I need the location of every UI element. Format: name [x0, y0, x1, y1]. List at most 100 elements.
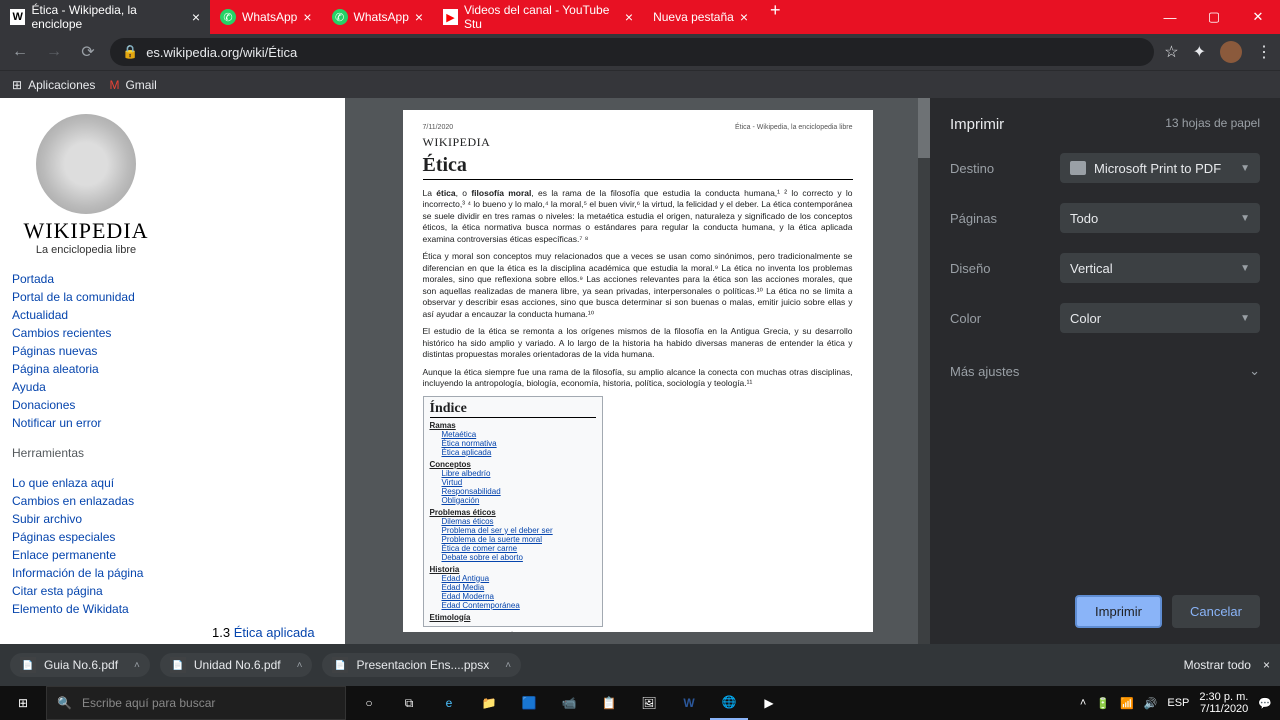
- tab-whatsapp-1[interactable]: ✆ WhatsApp ×: [210, 0, 322, 34]
- word-icon[interactable]: W: [670, 686, 708, 720]
- reload-button[interactable]: ⟳: [76, 42, 100, 62]
- wikipedia-logo[interactable]: WIKIPEDIA La enciclopedia libre: [12, 114, 160, 256]
- globe-icon: [36, 114, 136, 214]
- nav-link[interactable]: Actualidad: [12, 306, 160, 324]
- nav-link[interactable]: Ayuda: [12, 378, 160, 396]
- nav-link[interactable]: Página aleatoria: [12, 360, 160, 378]
- close-button[interactable]: ✕: [1236, 9, 1280, 25]
- close-icon[interactable]: ×: [415, 9, 423, 25]
- chevron-up-icon[interactable]: ˄: [1080, 697, 1086, 709]
- task-view-icon[interactable]: ⧉: [390, 686, 428, 720]
- explorer-icon[interactable]: 📁: [470, 686, 508, 720]
- zoom-icon[interactable]: 📹: [550, 686, 588, 720]
- tool-link[interactable]: Información de la página: [12, 564, 160, 582]
- tab-new[interactable]: Nueva pestaña ×: [643, 0, 758, 34]
- whatsapp-icon: ✆: [220, 9, 236, 25]
- download-item[interactable]: 📄Guia No.6.pdf˄: [10, 653, 150, 677]
- chevron-up-icon[interactable]: ˄: [505, 660, 511, 671]
- new-tab-button[interactable]: +: [758, 0, 793, 34]
- close-icon[interactable]: ×: [740, 9, 748, 25]
- file-icon: 📄: [332, 657, 348, 673]
- layout-select[interactable]: Vertical▼: [1060, 253, 1260, 283]
- preview-scroll-thumb[interactable]: [918, 98, 930, 158]
- tool-link[interactable]: Elemento de Wikidata: [12, 600, 160, 618]
- wikipedia-favicon: W: [10, 9, 25, 25]
- maximize-button[interactable]: ▢: [1192, 9, 1236, 25]
- battery-icon[interactable]: 🔋: [1096, 697, 1110, 710]
- menu-icon[interactable]: ⋮: [1256, 42, 1272, 62]
- chevron-up-icon[interactable]: ˄: [297, 660, 303, 671]
- taskbar-search[interactable]: 🔍 Escribe aquí para buscar: [46, 686, 346, 720]
- download-item[interactable]: 📄Unidad No.6.pdf˄: [160, 653, 313, 677]
- nav-link[interactable]: Cambios recientes: [12, 324, 160, 342]
- chrome-icon[interactable]: 🌐: [710, 686, 748, 720]
- nav-link[interactable]: Donaciones: [12, 396, 160, 414]
- tab-title: Videos del canal - YouTube Stu: [464, 3, 619, 31]
- forward-button[interactable]: →: [42, 43, 66, 61]
- preview-page: 7/11/2020Ética - Wikipedia, la enciclope…: [403, 110, 873, 632]
- tab-wikipedia[interactable]: W Ética - Wikipedia, la enciclope ×: [0, 0, 210, 34]
- back-button[interactable]: ←: [8, 43, 32, 61]
- taskbar-clock[interactable]: 2:30 p. m. 7/11/2020: [1199, 691, 1248, 715]
- print-preview[interactable]: 7/11/2020Ética - Wikipedia, la enciclope…: [345, 98, 930, 644]
- windows-icon: ⊞: [18, 696, 28, 710]
- image-icon[interactable]: 🖼: [630, 686, 668, 720]
- tool-link[interactable]: Cambios en enlazadas: [12, 492, 160, 510]
- url-input[interactable]: 🔒 es.wikipedia.org/wiki/Ética: [110, 38, 1154, 66]
- nav-link[interactable]: Páginas nuevas: [12, 342, 160, 360]
- notifications-icon[interactable]: 💬: [1258, 697, 1272, 710]
- chevron-down-icon: ▼: [1240, 163, 1250, 174]
- nav-link[interactable]: Notificar un error: [12, 414, 160, 432]
- tool-link[interactable]: Páginas especiales: [12, 528, 160, 546]
- wifi-icon[interactable]: 📶: [1120, 697, 1134, 710]
- wikipedia-sidebar: WIKIPEDIA La enciclopedia libre PortadaP…: [0, 98, 172, 644]
- toc-item-visible[interactable]: 1.3 Ética aplicada: [212, 625, 315, 640]
- close-icon[interactable]: ×: [625, 9, 633, 25]
- print-button[interactable]: Imprimir: [1075, 595, 1162, 628]
- tool-link[interactable]: Subir archivo: [12, 510, 160, 528]
- close-icon[interactable]: ×: [1263, 658, 1270, 672]
- tool-link[interactable]: Enlace permanente: [12, 546, 160, 564]
- media-icon[interactable]: ▶: [750, 686, 788, 720]
- pages-select[interactable]: Todo▼: [1060, 203, 1260, 233]
- volume-icon[interactable]: 🔊: [1144, 697, 1158, 710]
- tab-title: WhatsApp: [354, 10, 409, 24]
- bookmarks-bar: ⊞Aplicaciones MGmail: [0, 70, 1280, 98]
- file-icon: 📄: [20, 657, 36, 673]
- minimize-button[interactable]: —: [1148, 9, 1192, 25]
- url-text: es.wikipedia.org/wiki/Ética: [146, 45, 297, 60]
- nav-link[interactable]: Portada: [12, 270, 160, 288]
- destination-select[interactable]: Microsoft Print to PDF ▼: [1060, 153, 1260, 183]
- show-all-downloads[interactable]: Mostrar todo: [1184, 658, 1251, 672]
- start-button[interactable]: ⊞: [0, 696, 46, 710]
- pages-label: Páginas: [950, 211, 1060, 226]
- color-select[interactable]: Color▼: [1060, 303, 1260, 333]
- chevron-down-icon: ▼: [1240, 263, 1250, 274]
- tool-link[interactable]: Citar esta página: [12, 582, 160, 600]
- print-title: Imprimir: [950, 116, 1004, 133]
- more-settings[interactable]: Más ajustes⌄: [950, 363, 1260, 379]
- tab-youtube[interactable]: ▶ Videos del canal - YouTube Stu ×: [433, 0, 643, 34]
- chevron-down-icon: ▼: [1240, 213, 1250, 224]
- cancel-button[interactable]: Cancelar: [1172, 595, 1260, 628]
- gmail-bookmark[interactable]: MGmail: [109, 78, 156, 92]
- profile-avatar[interactable]: [1220, 41, 1242, 63]
- download-item[interactable]: 📄Presentacion Ens....ppsx˄: [322, 653, 521, 677]
- nav-link[interactable]: Portal de la comunidad: [12, 288, 160, 306]
- chevron-up-icon[interactable]: ˄: [134, 660, 140, 671]
- page-content: WIKIPEDIA La enciclopedia libre PortadaP…: [0, 98, 1280, 644]
- cortana-icon[interactable]: ○: [350, 686, 388, 720]
- tool-link[interactable]: Lo que enlaza aquí: [12, 474, 160, 492]
- extensions-icon[interactable]: ✦: [1193, 42, 1206, 62]
- close-icon[interactable]: ×: [303, 9, 311, 25]
- star-icon[interactable]: ☆: [1164, 42, 1178, 62]
- close-icon[interactable]: ×: [192, 9, 200, 25]
- printer-icon: [1070, 161, 1086, 175]
- apps-bookmark[interactable]: ⊞Aplicaciones: [12, 78, 95, 92]
- tab-whatsapp-2[interactable]: ✆ WhatsApp ×: [322, 0, 434, 34]
- preview-scrollbar[interactable]: [918, 98, 930, 644]
- screenshot-icon[interactable]: 📋: [590, 686, 628, 720]
- edge-icon[interactable]: e: [430, 686, 468, 720]
- language-indicator[interactable]: ESP: [1167, 697, 1189, 709]
- app-icon[interactable]: 🟦: [510, 686, 548, 720]
